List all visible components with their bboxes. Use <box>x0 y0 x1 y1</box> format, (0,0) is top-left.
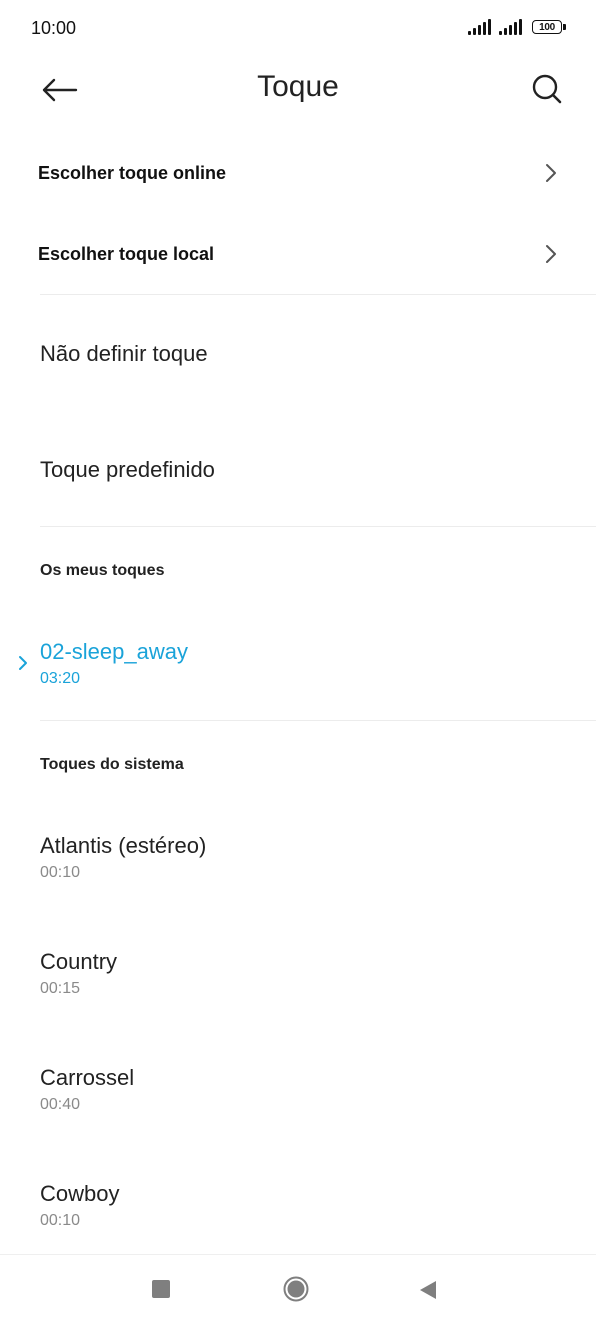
tone-name: Atlantis (estéreo) <box>40 833 207 858</box>
home-button[interactable] <box>283 1276 309 1302</box>
search-button[interactable] <box>528 70 566 108</box>
battery-icon: 100 <box>532 20 566 34</box>
tone-duration: 00:15 <box>40 980 81 997</box>
page-title: Toque <box>257 70 339 103</box>
no-ringtone-label: Não definir toque <box>40 341 208 366</box>
list-item[interactable]: 02-sleep_away 03:20 <box>0 612 596 720</box>
divider <box>40 720 596 721</box>
search-icon <box>532 74 562 104</box>
choose-local-ringtone[interactable]: Escolher toque local <box>0 219 596 289</box>
list-item[interactable]: Cowboy 00:10 <box>0 1154 596 1262</box>
list-item[interactable]: Atlantis (estéreo) 00:10 <box>0 806 596 914</box>
status-icons: 100 <box>468 19 566 35</box>
list-item[interactable]: Carrossel 00:40 <box>0 1038 596 1146</box>
system-back-button[interactable] <box>418 1279 438 1301</box>
tone-duration: 00:40 <box>40 1096 81 1113</box>
no-ringtone-option[interactable]: Não definir toque <box>0 303 596 403</box>
chevron-right-icon <box>546 164 556 182</box>
choose-online-label: Escolher toque online <box>38 162 227 183</box>
selected-chevron-icon <box>19 656 27 670</box>
signal-icon <box>499 19 522 35</box>
default-ringtone-option[interactable]: Toque predefinido <box>0 419 596 519</box>
chevron-right-icon <box>546 245 556 263</box>
tone-duration: 03:20 <box>40 670 81 687</box>
divider <box>40 526 596 527</box>
tone-name: 02-sleep_away <box>40 639 188 664</box>
tone-name: Cowboy <box>40 1181 120 1206</box>
tone-duration: 00:10 <box>40 864 81 881</box>
recents-button[interactable] <box>152 1280 170 1298</box>
tone-duration: 00:10 <box>40 1212 81 1229</box>
home-circle-icon <box>283 1276 309 1302</box>
section-header-my-tones: Os meus toques <box>40 562 165 579</box>
tone-name: Carrossel <box>40 1065 135 1090</box>
list-item[interactable]: Country 00:15 <box>0 922 596 1030</box>
triangle-back-icon <box>420 1281 436 1299</box>
choose-local-label: Escolher toque local <box>38 243 215 264</box>
choose-online-ringtone[interactable]: Escolher toque online <box>0 138 596 208</box>
section-header-system-tones: Toques do sistema <box>40 756 184 773</box>
signal-icon <box>468 19 491 35</box>
default-ringtone-label: Toque predefinido <box>40 457 215 482</box>
divider <box>40 294 596 295</box>
tone-name: Country <box>40 949 118 974</box>
status-time: 10:00 <box>31 18 77 38</box>
